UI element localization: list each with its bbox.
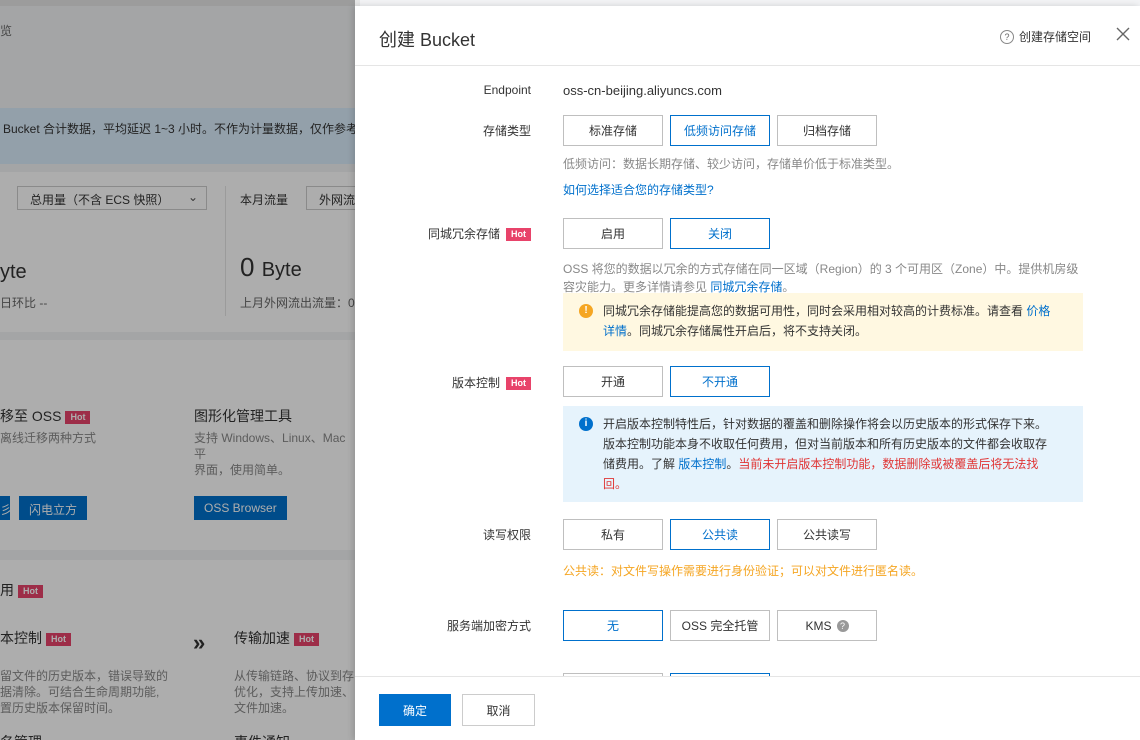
warning-icon: !: [579, 304, 593, 318]
versioning-option-disable[interactable]: 不开通: [670, 366, 770, 397]
storage-class-label: 存储类型: [482, 124, 531, 138]
help-link-label: 创建存储空间: [1019, 30, 1092, 44]
endpoint-label: Endpoint: [483, 83, 531, 97]
redundancy-option-disable[interactable]: 关闭: [670, 218, 770, 249]
acl-hint: 公共读：对文件写操作需要进行身份验证；可以对文件进行匿名读。: [563, 564, 924, 578]
redundancy-label: 同城冗余存储 Hot: [428, 225, 531, 242]
encryption-option-kms[interactable]: KMS?: [777, 610, 877, 641]
encryption-option-none[interactable]: 无: [563, 610, 663, 641]
question-icon: ?: [1000, 29, 1014, 44]
overlay-mask[interactable]: [0, 0, 355, 740]
encryption-label: 服务端加密方式: [446, 619, 531, 633]
cancel-button[interactable]: 取消: [462, 694, 535, 726]
storage-option-ia[interactable]: 低频访问存储: [670, 115, 770, 146]
hot-badge: Hot: [506, 377, 531, 391]
redundancy-option-enable[interactable]: 启用: [563, 218, 663, 249]
versioning-option-enable[interactable]: 开通: [563, 366, 663, 397]
acl-option-public-read[interactable]: 公共读: [670, 519, 770, 550]
acl-option-private[interactable]: 私有: [563, 519, 663, 550]
confirm-button[interactable]: 确定: [379, 694, 451, 726]
redundancy-warning: ! 同城冗余存储能提高您的数据可用性，同时会采用相对较高的计费标准。请查看 价格…: [563, 293, 1083, 351]
storage-help-link[interactable]: 如何选择适合您的存储类型?: [563, 181, 714, 199]
storage-option-archive[interactable]: 归档存储: [777, 115, 877, 146]
acl-option-public-read-write[interactable]: 公共读写: [777, 519, 877, 550]
redundancy-doc-link[interactable]: 同城冗余存储: [710, 280, 782, 294]
question-icon[interactable]: ?: [836, 619, 849, 632]
drawer-footer: 确定 取消: [355, 676, 1140, 740]
drawer-header: 创建 Bucket ? 创建存储空间: [355, 6, 1140, 66]
price-details-link[interactable]: 详情: [603, 324, 627, 338]
encryption-option-oss-managed[interactable]: OSS 完全托管: [670, 610, 770, 641]
storage-hint: 低频访问：数据长期存储、较少访问，存储单价低于标准类型。: [563, 157, 900, 171]
create-bucket-drawer: 创建 Bucket ? 创建存储空间 Endpoint oss-cn-beiji…: [355, 6, 1140, 740]
help-link[interactable]: ? 创建存储空间: [1000, 28, 1091, 45]
versioning-label: 版本控制 Hot: [452, 374, 531, 391]
close-icon[interactable]: [1113, 24, 1133, 44]
acl-label: 读写权限: [482, 528, 531, 542]
info-icon: i: [579, 417, 593, 431]
versioning-info: i 开启版本控制特性后，针对数据的覆盖和删除操作将会以历史版本的形式保存下来。 …: [563, 406, 1083, 502]
endpoint-value: oss-cn-beijing.aliyuncs.com: [563, 83, 722, 98]
hot-badge: Hot: [506, 228, 531, 242]
versioning-doc-link[interactable]: 版本控制: [678, 457, 726, 471]
storage-option-standard[interactable]: 标准存储: [563, 115, 663, 146]
price-link[interactable]: 价格: [1026, 304, 1050, 318]
redundancy-hint: OSS 将您的数据以冗余的方式存储在同一区域（Region）的 3 个可用区（Z…: [563, 262, 1079, 294]
drawer-title: 创建 Bucket: [379, 30, 476, 50]
drawer-body: Endpoint oss-cn-beijing.aliyuncs.com 存储类…: [355, 67, 1140, 676]
